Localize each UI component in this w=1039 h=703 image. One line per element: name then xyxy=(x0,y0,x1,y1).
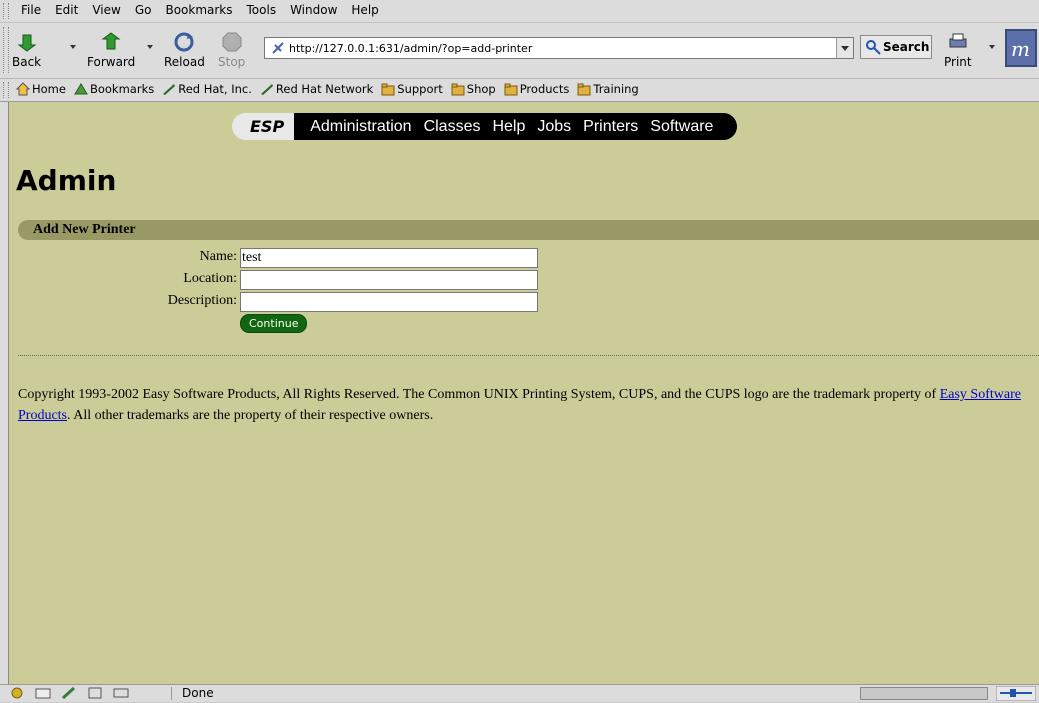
reload-button[interactable]: Reload xyxy=(164,31,205,69)
bookmark-label: Home xyxy=(32,82,66,96)
menu-window[interactable]: Window xyxy=(283,3,344,17)
navigation-toolbar: Back Forward Reload Stop Search xyxy=(0,23,1039,79)
bookmark-label: Bookmarks xyxy=(89,82,155,96)
reload-label: Reload xyxy=(164,55,205,69)
menu-go[interactable]: Go xyxy=(128,3,159,17)
url-history-dropdown[interactable] xyxy=(836,38,853,58)
folder-icon xyxy=(504,83,518,96)
composer-icon[interactable] xyxy=(60,686,78,700)
bookmark-label: Products xyxy=(519,82,570,96)
print-label: Print xyxy=(944,55,972,69)
print-dropdown-icon[interactable] xyxy=(989,45,995,49)
nav-link-help[interactable]: Help xyxy=(486,118,531,136)
menu-bar: File Edit View Go Bookmarks Tools Window… xyxy=(0,0,1039,23)
redhat-icon xyxy=(163,84,176,95)
throbber-logo[interactable]: m xyxy=(1005,29,1037,67)
printer-name-field[interactable] xyxy=(240,248,538,268)
section-header: Add New Printer xyxy=(18,220,1039,240)
copyright-text-end: . All other trademarks are the property … xyxy=(67,408,434,423)
status-bar: Done xyxy=(0,684,1039,702)
toolbar-grip[interactable] xyxy=(3,82,9,98)
section-title: Add New Printer xyxy=(33,222,136,237)
connection-icon[interactable] xyxy=(996,686,1036,701)
bookmark-label: Training xyxy=(593,82,639,96)
site-icon xyxy=(272,42,284,54)
stop-label: Stop xyxy=(218,55,246,69)
nav-link-jobs[interactable]: Jobs xyxy=(531,118,577,136)
continue-button[interactable]: Continue xyxy=(240,314,308,333)
location-label: Location: xyxy=(183,271,237,286)
personal-toolbar: Home Bookmarks Red Hat, Inc. Red Hat Net… xyxy=(0,79,1039,102)
search-button[interactable]: Search xyxy=(860,35,932,59)
status-text: Done xyxy=(182,686,214,700)
navigator-icon[interactable] xyxy=(8,686,26,700)
back-dropdown-icon[interactable] xyxy=(70,45,76,49)
bookmark-products[interactable]: Products xyxy=(500,82,574,96)
bookmark-redhat-network[interactable]: Red Hat Network xyxy=(256,82,377,96)
bookmarks-icon xyxy=(74,83,88,95)
menu-bookmarks[interactable]: Bookmarks xyxy=(158,3,239,17)
page-content: ESP Administration Classes Help Jobs Pri… xyxy=(9,102,1039,684)
copyright-text: Copyright 1993-2002 Easy Software Produc… xyxy=(18,387,940,402)
folder-icon xyxy=(381,83,395,96)
menu-tools[interactable]: Tools xyxy=(240,3,284,17)
print-button[interactable]: Print xyxy=(944,31,972,69)
bookmark-label: Red Hat, Inc. xyxy=(178,82,252,96)
bookmark-label: Red Hat Network xyxy=(275,82,374,96)
menu-file[interactable]: File xyxy=(14,3,48,17)
forward-label: Forward xyxy=(87,55,136,69)
nav-link-software[interactable]: Software xyxy=(644,118,719,136)
menu-help[interactable]: Help xyxy=(344,3,385,17)
nav-link-administration[interactable]: Administration xyxy=(304,118,417,136)
printer-description-field[interactable] xyxy=(240,292,538,312)
forward-button[interactable]: Forward xyxy=(87,31,135,69)
esp-logo[interactable]: ESP xyxy=(232,113,295,140)
progress-meter xyxy=(860,687,988,700)
url-bar[interactable] xyxy=(264,37,854,59)
bookmark-shop[interactable]: Shop xyxy=(447,82,500,96)
page-title: Admin xyxy=(16,164,117,197)
bookmark-bookmarks[interactable]: Bookmarks xyxy=(70,82,158,96)
bookmark-label: Shop xyxy=(466,82,496,96)
forward-arrow-icon xyxy=(101,32,121,50)
toolbar-grip[interactable] xyxy=(3,27,9,73)
cups-navigation: ESP Administration Classes Help Jobs Pri… xyxy=(232,113,738,140)
stop-icon xyxy=(222,32,242,52)
bookmark-label: Support xyxy=(397,82,443,96)
chat-icon[interactable] xyxy=(112,686,130,700)
redhat-icon xyxy=(260,84,273,95)
mail-icon[interactable] xyxy=(34,686,52,700)
search-label: Search xyxy=(883,40,930,54)
menu-edit[interactable]: Edit xyxy=(48,3,85,17)
forward-dropdown-icon[interactable] xyxy=(147,45,153,49)
reload-icon xyxy=(174,32,194,52)
search-icon xyxy=(866,40,881,55)
stop-button[interactable]: Stop xyxy=(218,31,245,69)
back-arrow-icon xyxy=(17,34,37,52)
addressbook-icon[interactable] xyxy=(86,686,104,700)
toolbar-grip[interactable] xyxy=(3,3,9,19)
back-label: Back xyxy=(12,55,42,69)
home-icon xyxy=(16,82,30,96)
status-separator xyxy=(171,687,172,700)
description-label: Description: xyxy=(167,293,237,308)
bookmark-training[interactable]: Training xyxy=(573,82,642,96)
menu-view[interactable]: View xyxy=(85,3,127,17)
copyright-notice: Copyright 1993-2002 Easy Software Produc… xyxy=(18,384,1028,426)
folder-icon xyxy=(577,83,591,96)
sidebar-grippy[interactable] xyxy=(0,102,9,684)
printer-location-field[interactable] xyxy=(240,270,538,290)
bookmark-support[interactable]: Support xyxy=(377,82,446,96)
nav-link-printers[interactable]: Printers xyxy=(577,118,644,136)
folder-icon xyxy=(451,83,465,96)
url-input[interactable] xyxy=(289,40,829,56)
bookmark-redhat-inc[interactable]: Red Hat, Inc. xyxy=(158,82,256,96)
printer-icon xyxy=(949,33,967,48)
mozilla-m-icon: m xyxy=(1011,37,1030,61)
name-label: Name: xyxy=(199,249,237,264)
nav-link-classes[interactable]: Classes xyxy=(418,118,487,136)
divider xyxy=(18,355,1039,356)
bookmark-home[interactable]: Home xyxy=(12,82,70,96)
back-button[interactable]: Back xyxy=(12,31,41,69)
